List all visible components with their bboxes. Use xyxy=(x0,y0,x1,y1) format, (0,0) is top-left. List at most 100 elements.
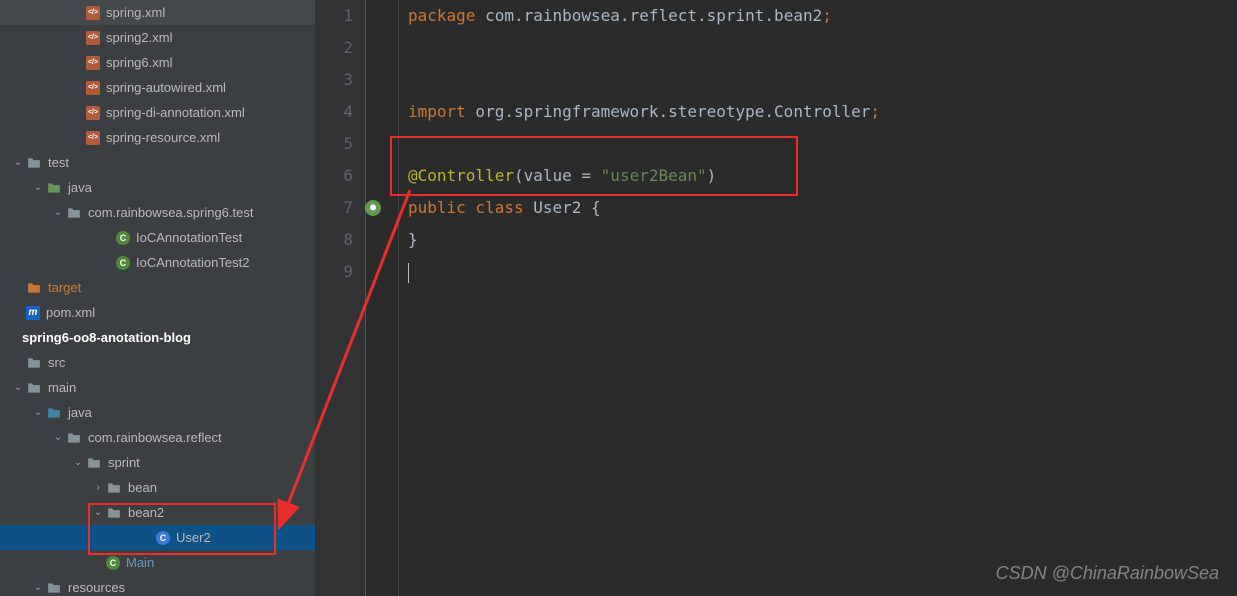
code-editor[interactable]: ● 123456789 package com.rainbowsea.refle… xyxy=(316,0,1237,596)
tree-item-IoCAnnotationTest2[interactable]: C IoCAnnotationTest2 xyxy=(0,250,315,275)
tree-item-User2[interactable]: C User2 xyxy=(0,525,315,550)
line-number: 9 xyxy=(316,256,353,288)
folder-icon xyxy=(106,480,122,496)
line-number: 1 xyxy=(316,0,353,32)
line-number: 8 xyxy=(316,224,353,256)
tree-item-label: java xyxy=(68,405,92,420)
tree-item-label: src xyxy=(48,355,65,370)
tree-arrow-icon[interactable] xyxy=(10,157,26,168)
tree-item-label: bean xyxy=(128,480,157,495)
code-line[interactable] xyxy=(408,128,1237,160)
class-icon: C xyxy=(106,556,120,570)
tree-item-label: IoCAnnotationTest2 xyxy=(136,255,249,270)
tree-item-label: com.rainbowsea.spring6.test xyxy=(88,205,253,220)
folder-icon xyxy=(46,580,62,596)
tree-item-pom.xml[interactable]: m pom.xml xyxy=(0,300,315,325)
folder-icon xyxy=(66,430,82,446)
folder-icon xyxy=(66,205,82,221)
indent-guide xyxy=(398,0,399,596)
line-number: 2 xyxy=(316,32,353,64)
tree-item-main[interactable]: main xyxy=(0,375,315,400)
tree-item-label: bean2 xyxy=(128,505,164,520)
tree-item-label: spring-di-annotation.xml xyxy=(106,105,245,120)
tree-arrow-icon[interactable] xyxy=(30,407,46,418)
tree-item-test[interactable]: test xyxy=(0,150,315,175)
text-cursor xyxy=(408,263,409,283)
tree-item-IoCAnnotationTest[interactable]: CIoCAnnotationTest xyxy=(0,225,315,250)
code-line[interactable] xyxy=(408,256,1237,288)
code-line[interactable] xyxy=(408,64,1237,96)
maven-icon: m xyxy=(26,306,40,320)
tree-item-spring-autowired.xml[interactable]: </> spring-autowired.xml xyxy=(0,75,315,100)
code-line[interactable]: @Controller(value = "user2Bean") xyxy=(408,160,1237,192)
code-line[interactable] xyxy=(408,32,1237,64)
xml-file-icon: </> xyxy=(86,31,100,45)
xml-file-icon: </> xyxy=(86,6,100,20)
class-icon: C xyxy=(116,256,130,270)
folder-icon xyxy=(46,405,62,421)
tree-arrow-icon[interactable] xyxy=(50,432,66,443)
folder-icon xyxy=(26,155,42,171)
tree-item-spring2.xml[interactable]: </> spring2.xml xyxy=(0,25,315,50)
tree-item-bean[interactable]: bean xyxy=(0,475,315,500)
code-line[interactable]: import org.springframework.stereotype.Co… xyxy=(408,96,1237,128)
tree-item-label: spring2.xml xyxy=(106,30,172,45)
class-icon: C xyxy=(156,531,170,545)
folder-icon xyxy=(26,355,42,371)
tree-item-src[interactable]: src xyxy=(0,350,315,375)
tree-arrow-icon[interactable] xyxy=(30,182,46,193)
tree-arrow-icon[interactable] xyxy=(70,457,86,468)
tree-item-label: target xyxy=(48,280,81,295)
line-number: 3 xyxy=(316,64,353,96)
tree-arrow-icon[interactable] xyxy=(90,507,106,518)
tree-arrow-icon[interactable] xyxy=(10,382,26,393)
folder-icon xyxy=(106,505,122,521)
line-number: 4 xyxy=(316,96,353,128)
code-line[interactable]: package com.rainbowsea.reflect.sprint.be… xyxy=(408,0,1237,32)
tree-item-label: test xyxy=(48,155,69,170)
folder-icon xyxy=(86,455,102,471)
tree-item-com.rainbowsea.reflect[interactable]: com.rainbowsea.reflect xyxy=(0,425,315,450)
tree-item-label: java xyxy=(68,180,92,195)
project-tree-sidebar[interactable]: </> spring.xml </> spring2.xml </> spring6.xm… xyxy=(0,0,316,596)
line-number: 6 xyxy=(316,160,353,192)
tree-item-spring-di-annotation.xml[interactable]: </> spring-di-annotation.xml xyxy=(0,100,315,125)
tree-item-label: spring6-oo8-anotation-blog xyxy=(22,330,191,345)
tree-item-Main[interactable]: CMain xyxy=(0,550,315,575)
tree-item-com.rainbowsea.spring6.test[interactable]: com.rainbowsea.spring6.test xyxy=(0,200,315,225)
folder-icon xyxy=(46,180,62,196)
tree-item-label: User2 xyxy=(176,530,211,545)
tree-item-spring6-oo8-anotation-blog[interactable]: spring6-oo8-anotation-blog xyxy=(0,325,315,350)
tree-item-java[interactable]: java xyxy=(0,400,315,425)
tree-item-label: com.rainbowsea.reflect xyxy=(88,430,222,445)
tree-item-spring.xml[interactable]: </> spring.xml xyxy=(0,0,315,25)
tree-item-label: spring.xml xyxy=(106,5,165,20)
tree-item-spring6.xml[interactable]: </> spring6.xml xyxy=(0,50,315,75)
tree-arrow-icon[interactable] xyxy=(50,207,66,218)
tree-item-label: spring-resource.xml xyxy=(106,130,220,145)
tree-item-label: spring6.xml xyxy=(106,55,172,70)
tree-item-java[interactable]: java xyxy=(0,175,315,200)
tree-item-sprint[interactable]: sprint xyxy=(0,450,315,475)
folder-icon xyxy=(26,280,42,296)
tree-item-spring-resource.xml[interactable]: </> spring-resource.xml xyxy=(0,125,315,150)
tree-item-resources[interactable]: resources xyxy=(0,575,315,596)
tree-item-bean2[interactable]: bean2 xyxy=(0,500,315,525)
folder-icon xyxy=(26,380,42,396)
xml-file-icon: </> xyxy=(86,106,100,120)
tree-item-label: spring-autowired.xml xyxy=(106,80,226,95)
tree-arrow-icon[interactable] xyxy=(90,482,106,493)
line-number: 5 xyxy=(316,128,353,160)
tree-item-target[interactable]: target xyxy=(0,275,315,300)
code-line[interactable]: } xyxy=(408,224,1237,256)
line-number: 7 xyxy=(316,192,353,224)
editor-gutter: ● 123456789 xyxy=(316,0,366,596)
xml-file-icon: </> xyxy=(86,56,100,70)
code-area[interactable]: package com.rainbowsea.reflect.sprint.be… xyxy=(366,0,1237,596)
xml-file-icon: </> xyxy=(86,131,100,145)
xml-file-icon: </> xyxy=(86,81,100,95)
tree-item-label: pom.xml xyxy=(46,305,95,320)
tree-arrow-icon[interactable] xyxy=(30,582,46,593)
class-icon: C xyxy=(116,231,130,245)
code-line[interactable]: public class User2 { xyxy=(408,192,1237,224)
